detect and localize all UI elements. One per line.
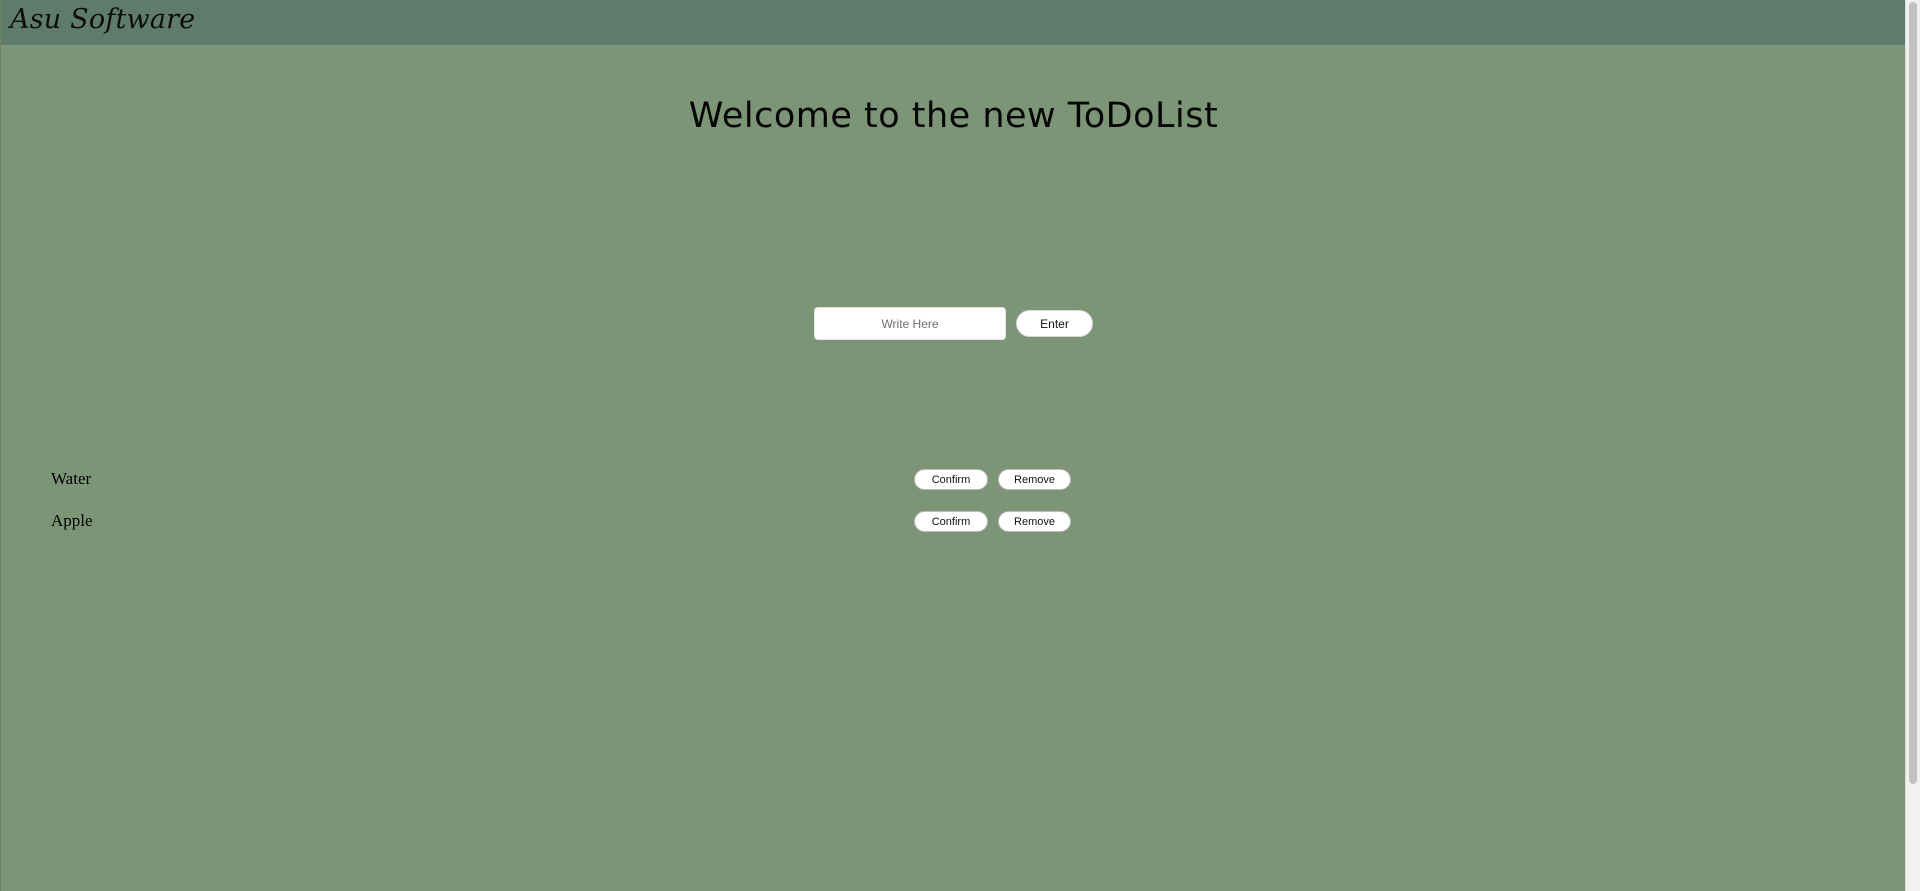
todo-input[interactable]	[814, 307, 1006, 340]
todo-item-text: Apple	[51, 511, 93, 530]
todo-item: Water Confirm Remove	[1, 466, 1906, 492]
confirm-button[interactable]: Confirm	[914, 511, 988, 532]
brand-logo[interactable]: Asu Software	[10, 4, 195, 35]
vertical-scrollbar[interactable]	[1905, 0, 1920, 891]
confirm-button[interactable]: Confirm	[914, 469, 988, 490]
navbar: Asu Software	[1, 0, 1906, 45]
remove-button[interactable]: Remove	[998, 469, 1071, 490]
enter-button[interactable]: Enter	[1016, 310, 1093, 337]
page-title: Welcome to the new ToDoList	[688, 96, 1219, 136]
todo-item-text: Water	[51, 469, 92, 488]
todo-item: Apple Confirm Remove	[1, 508, 1906, 534]
remove-button[interactable]: Remove	[998, 511, 1071, 532]
scrollbar-thumb[interactable]	[1909, 2, 1917, 784]
app-page: Asu Software Welcome to the new ToDoList…	[0, 0, 1906, 891]
